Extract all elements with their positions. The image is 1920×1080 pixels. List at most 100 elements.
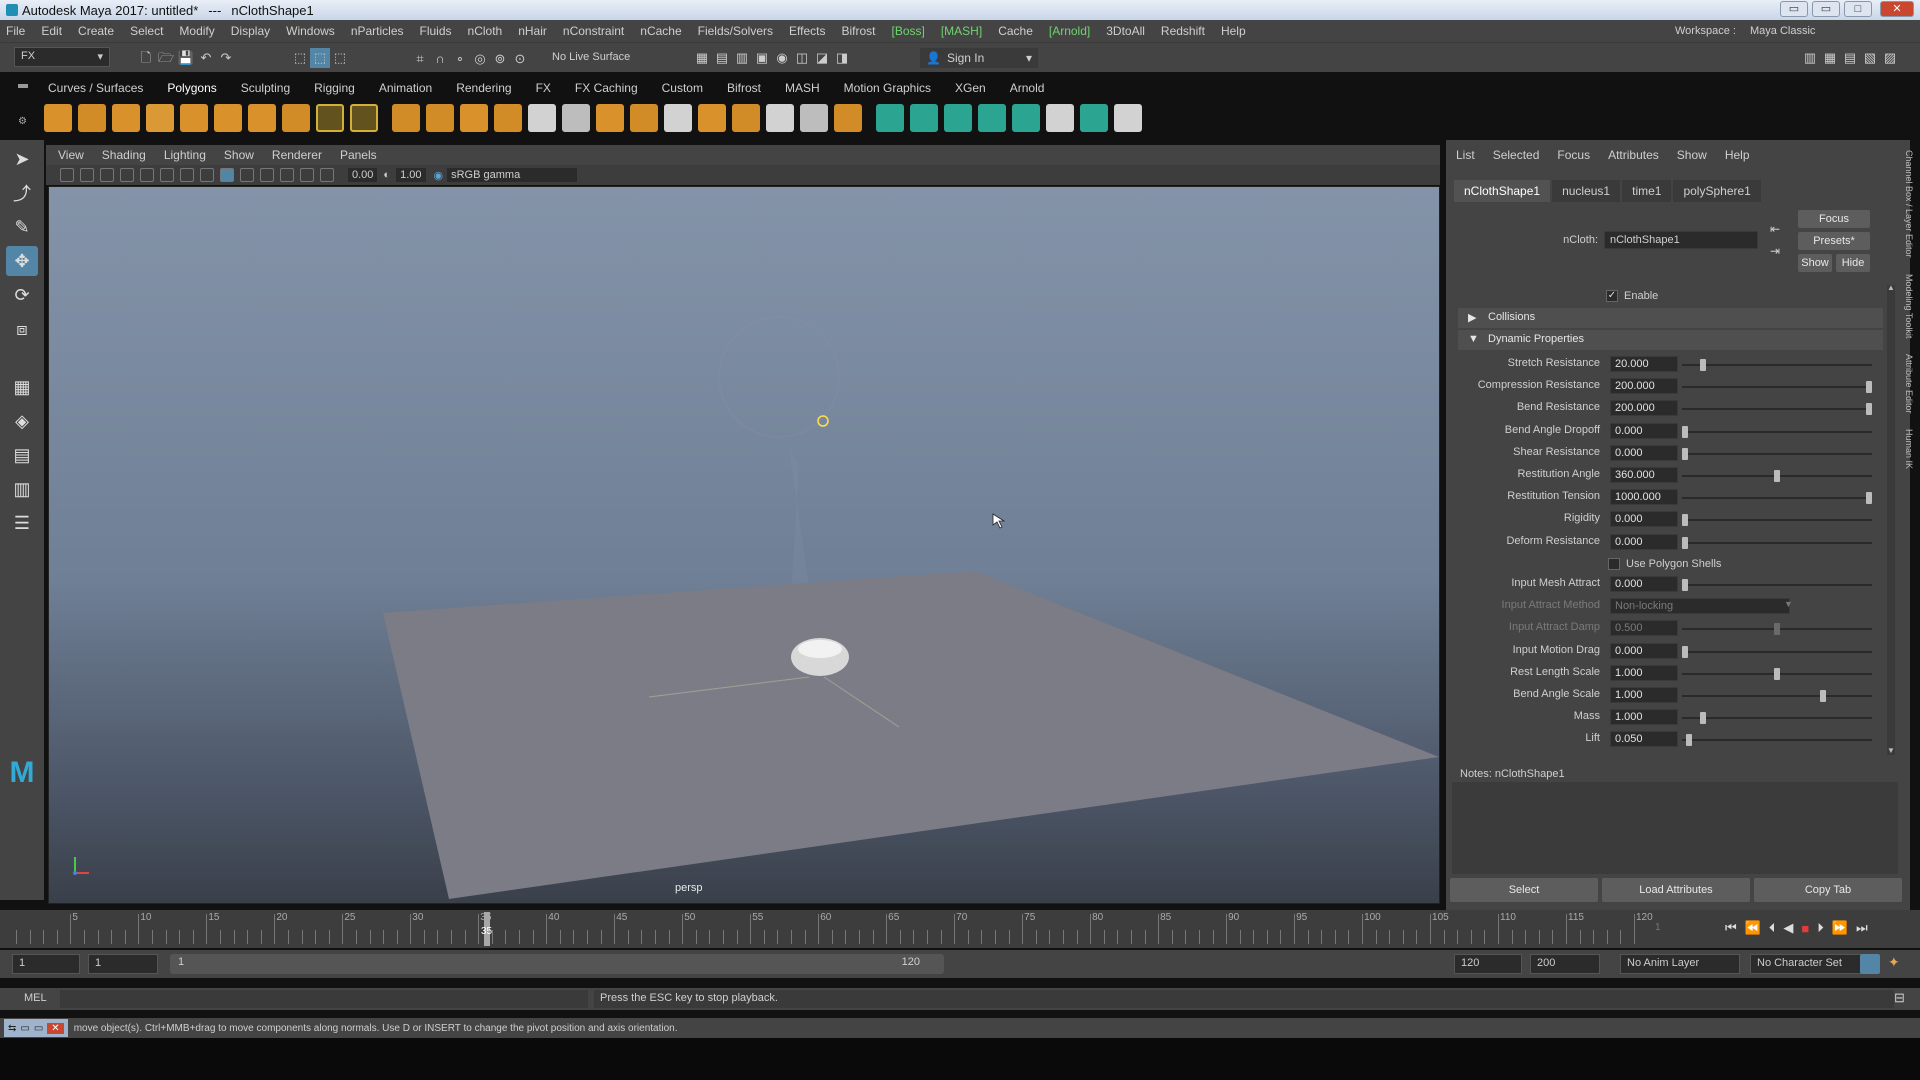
attr-slider-input-mesh-attract[interactable] — [1682, 579, 1872, 591]
time-slider[interactable]: 5 10 15 20 25 30 35 40 45 50 55 60 65 70 75 80 85 90 95 100… — [0, 910, 1920, 948]
menu-3[interactable]: Select — [130, 24, 163, 38]
attr-field-input-attract-method[interactable]: Non-locking — [1610, 598, 1790, 615]
attr-menu-focus[interactable]: Focus — [1557, 148, 1590, 162]
go-to-output-icon[interactable]: ⇥ — [1770, 244, 1780, 258]
shelf-tab-2[interactable]: Sculpting — [241, 81, 290, 95]
live-surface-label[interactable]: No Live Surface — [552, 51, 630, 63]
wireframe-icon[interactable] — [200, 168, 214, 182]
insert-edge-loop-icon[interactable] — [766, 104, 794, 132]
film-gate-icon[interactable] — [160, 168, 174, 182]
attr-field-input-mesh-attract[interactable]: 0.000 — [1610, 576, 1678, 592]
separate-icon[interactable] — [426, 104, 454, 132]
presets-button[interactable]: Presets* — [1798, 232, 1870, 250]
menu-17[interactable]: [MASH] — [941, 24, 982, 38]
menu-22[interactable]: Help — [1221, 24, 1246, 38]
attr-tab-nucleus1[interactable]: nucleus1 — [1552, 180, 1621, 202]
attr-scrollbar[interactable]: ▲ ▼ — [1887, 283, 1895, 755]
slider-knob[interactable] — [1682, 425, 1688, 438]
poly-cone-icon[interactable] — [146, 104, 174, 132]
attr-slider-bend-angle-scale[interactable] — [1682, 690, 1872, 702]
image-plane-icon[interactable] — [120, 168, 134, 182]
attr-field-input-motion-drag[interactable]: 0.000 — [1610, 642, 1678, 659]
slider-knob[interactable] — [1820, 690, 1826, 702]
attr-slider-mass[interactable] — [1682, 712, 1872, 725]
automatic-map-icon[interactable] — [944, 104, 972, 132]
close-mini-icon[interactable]: ✕ — [47, 1022, 64, 1034]
shelf-tab-12[interactable]: XGen — [955, 81, 986, 95]
split-icon[interactable] — [834, 104, 862, 132]
sign-in-button[interactable]: 👤 Sign In ▾ — [920, 48, 1038, 68]
menuset-dropdown[interactable]: FX ▾ — [14, 47, 110, 67]
arnold-render-icon[interactable]: ◪ — [812, 48, 832, 68]
poly-cube-icon[interactable] — [78, 104, 106, 132]
menu-11[interactable]: nConstraint — [563, 24, 624, 38]
poly-pipe-icon[interactable] — [282, 104, 310, 132]
side-tab-2[interactable]: Attribute Editor — [1904, 354, 1914, 414]
shelf-tab-5[interactable]: Rendering — [456, 81, 511, 95]
shadows-icon[interactable] — [280, 168, 294, 182]
menu-18[interactable]: Cache — [998, 24, 1033, 38]
play-backwards-icon[interactable]: ◀ — [1783, 920, 1793, 936]
slider-knob[interactable] — [1682, 536, 1688, 549]
select-hierarchy-icon[interactable]: ⬚ — [290, 48, 310, 68]
go-to-start-icon[interactable]: ⏮ — [1725, 920, 1737, 936]
planar-map-icon[interactable] — [910, 104, 938, 132]
show-tool-settings-icon[interactable]: ▤ — [1840, 48, 1860, 68]
copy-tab-button[interactable]: Copy Tab — [1754, 878, 1902, 902]
bridge-icon[interactable] — [596, 104, 624, 132]
go-to-input-icon[interactable]: ⇤ — [1770, 222, 1780, 236]
show-button[interactable]: Show — [1798, 254, 1832, 272]
shelf-tab-0[interactable]: Curves / Surfaces — [48, 81, 143, 95]
nCloth-plane[interactable] — [383, 571, 1439, 899]
lasso-tool-icon[interactable]: ⤴ — [6, 178, 38, 208]
hypershade-icon[interactable]: ◉ — [772, 48, 792, 68]
relax-icon[interactable] — [1114, 104, 1142, 132]
menu-21[interactable]: Redshift — [1161, 24, 1205, 38]
menu-1[interactable]: Edit — [41, 24, 62, 38]
shelf-settings-icon[interactable]: ⚙ — [18, 116, 27, 127]
show-channel-box-icon[interactable]: ▧ — [1860, 48, 1880, 68]
menu-6[interactable]: Windows — [286, 24, 335, 38]
attr-slider-restitution-angle[interactable] — [1682, 470, 1872, 482]
textured-icon[interactable] — [240, 168, 254, 182]
scroll-down-icon[interactable]: ▼ — [1887, 746, 1895, 755]
attr-menu-help[interactable]: Help — [1725, 148, 1750, 162]
uv-editor-icon[interactable] — [876, 104, 904, 132]
panel-menu-lighting[interactable]: Lighting — [164, 148, 206, 162]
new-scene-icon[interactable]: 🗋 — [136, 50, 156, 70]
poly-plane-icon[interactable] — [180, 104, 208, 132]
single-view-layout-icon[interactable]: ▦ — [6, 372, 38, 402]
attr-field-input-attract-damp[interactable]: 0.500 — [1610, 620, 1678, 637]
step-forward-frame-icon[interactable]: ⏵ — [1817, 920, 1824, 936]
attr-field-rest-length-scale[interactable]: 1.000 — [1610, 664, 1678, 681]
live-surface-icon[interactable]: ⊙ — [510, 49, 530, 69]
attr-field-lift[interactable]: 0.050 — [1610, 731, 1678, 748]
cylindrical-map-icon[interactable] — [978, 104, 1006, 132]
hide-button[interactable]: Hide — [1836, 254, 1870, 272]
shelf-tab-11[interactable]: Motion Graphics — [844, 81, 931, 95]
menu-2[interactable]: Create — [78, 24, 114, 38]
slider-knob[interactable] — [1700, 359, 1707, 371]
attr-slider-stretch-resistance[interactable] — [1682, 359, 1872, 371]
attr-field-deform-resistance[interactable]: 0.000 — [1610, 533, 1678, 550]
slider-knob[interactable] — [1700, 712, 1707, 725]
camera-attr-icon[interactable] — [80, 168, 94, 182]
step-forward-key-icon[interactable]: ⏩ — [1832, 920, 1848, 936]
attr-field-shear-resistance[interactable]: 0.000 — [1610, 444, 1678, 461]
attr-menu-selected[interactable]: Selected — [1493, 148, 1540, 162]
restore-mini-icon[interactable]: ⇆ — [8, 1023, 16, 1034]
shelf-menu-icon[interactable] — [18, 84, 28, 88]
isolate-icon[interactable] — [320, 168, 334, 182]
slider-knob[interactable] — [1682, 447, 1688, 460]
paint-select-icon[interactable]: ✎ — [6, 212, 38, 242]
smooth-shade-icon[interactable] — [220, 168, 234, 182]
attr-field-restitution-angle[interactable]: 360.000 — [1610, 467, 1678, 483]
snap-view-icon[interactable]: ◎ — [470, 49, 490, 69]
menu-8[interactable]: Fluids — [420, 24, 452, 38]
command-input[interactable] — [60, 990, 588, 1008]
workspace-selector[interactable]: Maya Classic — [1750, 25, 1815, 37]
poly-sphere-icon[interactable] — [44, 104, 72, 132]
snap-curve-icon[interactable]: ∩ — [430, 48, 450, 68]
maximize-mini-icon[interactable]: ▭ — [34, 1023, 43, 1034]
camera-select-icon[interactable] — [60, 168, 74, 182]
